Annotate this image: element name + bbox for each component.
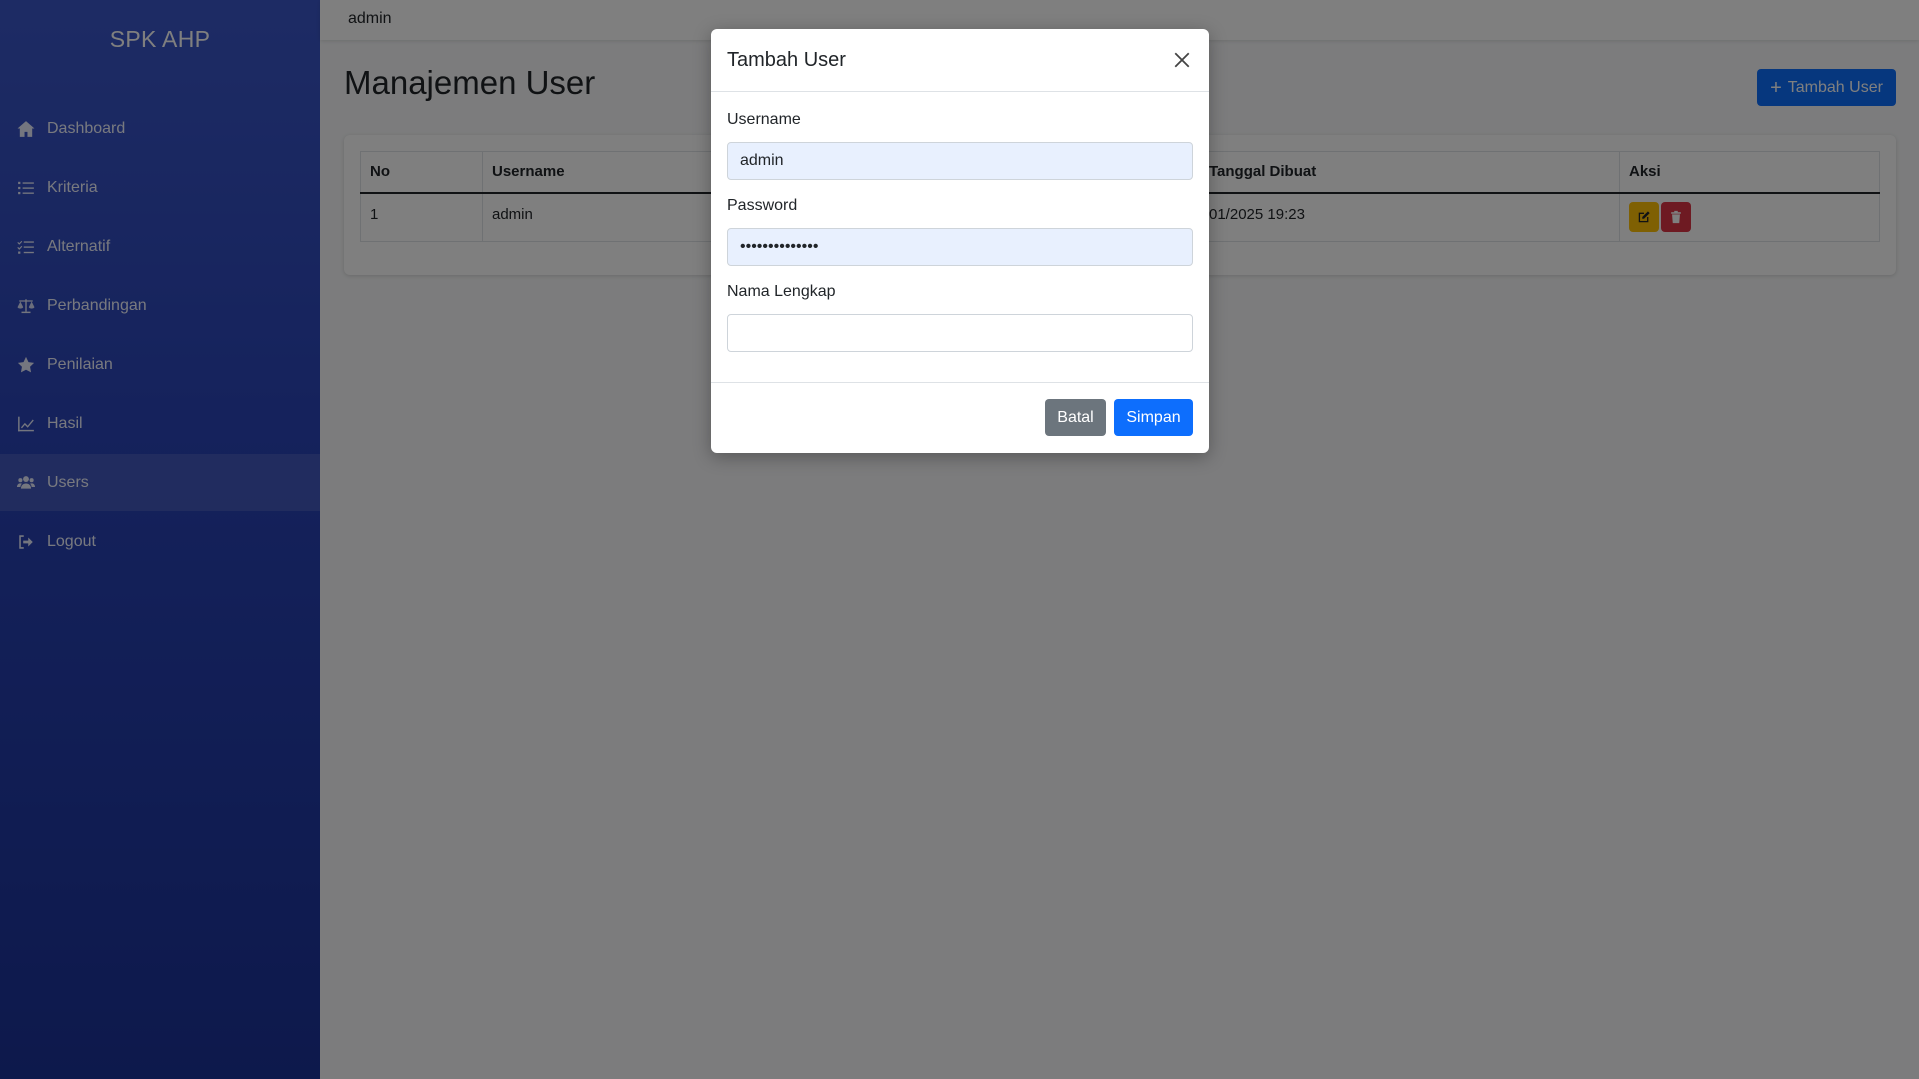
fullname-field[interactable] — [727, 314, 1193, 352]
fullname-label: Nama Lengkap — [727, 283, 836, 300]
close-icon — [1174, 52, 1190, 68]
modal-title: Tambah User — [727, 49, 846, 71]
password-field[interactable] — [727, 228, 1193, 266]
cancel-button[interactable]: Batal — [1045, 399, 1106, 436]
add-user-modal: Tambah User Username Password Nama Lengk… — [711, 29, 1209, 453]
save-button[interactable]: Simpan — [1114, 399, 1193, 436]
close-button[interactable] — [1169, 47, 1195, 73]
username-field[interactable] — [727, 142, 1193, 180]
password-label: Password — [727, 197, 798, 214]
username-label: Username — [727, 111, 801, 128]
modal-footer: Batal Simpan — [711, 383, 1209, 452]
modal-body: Username Password Nama Lengkap — [711, 92, 1209, 383]
modal-header: Tambah User — [711, 29, 1209, 92]
